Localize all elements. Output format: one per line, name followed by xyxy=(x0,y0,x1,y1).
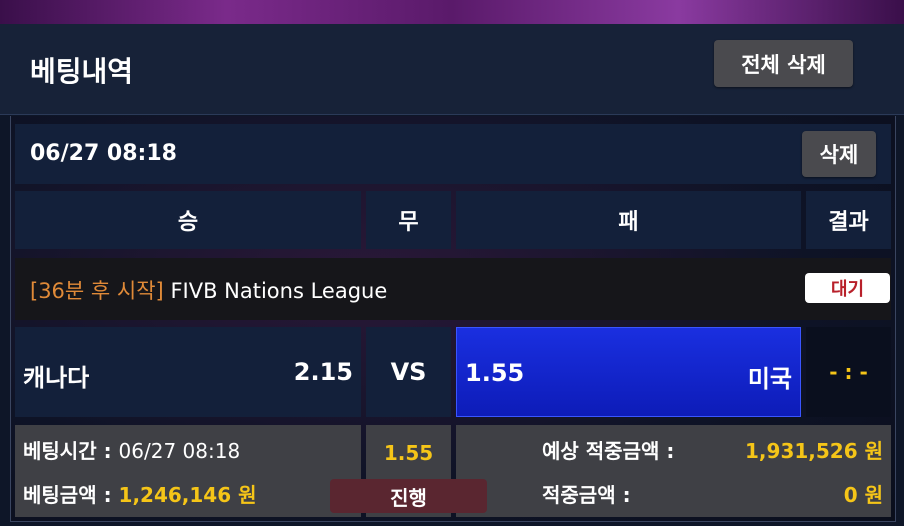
bet-time-value: 06/27 08:18 xyxy=(118,439,241,463)
page-title: 베팅내역 xyxy=(30,55,134,88)
status-badge: 대기 xyxy=(805,273,890,303)
bet-time-label: 베팅시간 : xyxy=(23,439,112,463)
away-team-cell-selected[interactable]: 1.55 미국 xyxy=(456,327,801,417)
expected-payout-value: 1,931,526 원 xyxy=(745,439,883,463)
hit-amount-value: 0 원 xyxy=(843,483,883,507)
selected-odds: 1.55 xyxy=(383,441,434,465)
delete-all-button[interactable]: 전체 삭제 xyxy=(714,40,853,87)
bet-info-right: 예상 적중금액 : 1,931,526 원 적중금액 : 0 원 xyxy=(456,425,891,517)
column-header-result: 결과 xyxy=(806,191,891,249)
away-team-name: 미국 xyxy=(747,365,792,393)
bet-info-left: 베팅시간 : 06/27 08:18 베팅금액 : 1,246,146 원 xyxy=(15,425,361,517)
away-team-odds: 1.55 xyxy=(465,359,525,387)
delete-bet-button[interactable]: 삭제 xyxy=(802,131,876,177)
home-team-odds: 2.15 xyxy=(293,358,353,386)
league-name: FIVB Nations League xyxy=(170,279,388,303)
bet-datetime: 06/27 08:18 xyxy=(30,141,177,166)
progress-status-button[interactable]: 진행 xyxy=(330,479,487,513)
column-header-win: 승 xyxy=(15,191,361,249)
column-header-draw: 무 xyxy=(366,191,451,249)
bet-amount-label: 베팅금액 : xyxy=(23,483,112,507)
hit-amount-label: 적중금액 : xyxy=(542,483,631,507)
result-score: - : - xyxy=(806,327,891,417)
start-time-note: [36분 후 시작] xyxy=(30,279,164,303)
home-team-name: 캐나다 xyxy=(23,364,90,392)
vs-cell[interactable]: VS xyxy=(366,327,451,417)
bet-amount-value: 1,246,146 원 xyxy=(118,483,257,507)
home-team-cell[interactable]: 캐나다 2.15 xyxy=(15,327,361,417)
expected-payout-label: 예상 적중금액 : xyxy=(542,439,675,463)
column-header-lose: 패 xyxy=(456,191,801,249)
league-title: [36분 후 시작] FIVB Nations League xyxy=(30,275,387,305)
top-banner-strip xyxy=(0,0,904,24)
